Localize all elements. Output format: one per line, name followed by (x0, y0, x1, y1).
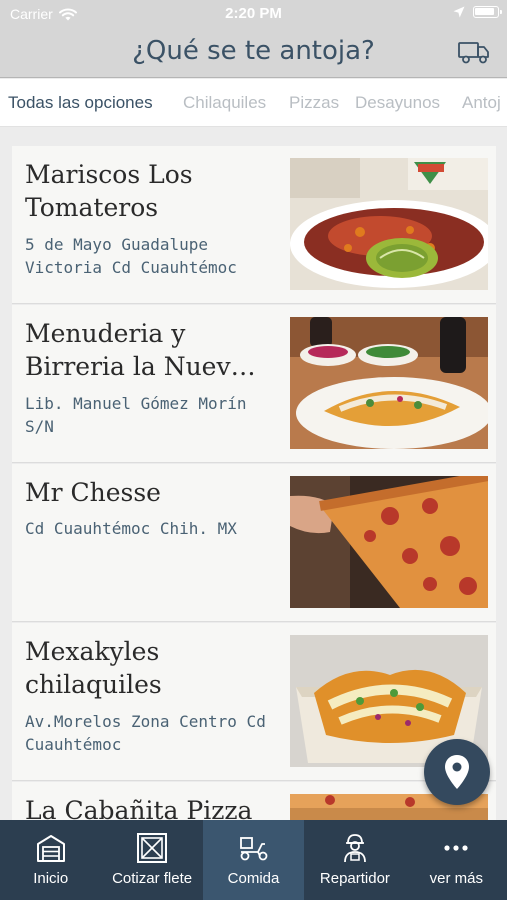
more-dots-icon (444, 845, 468, 851)
tab-label: ver más (429, 870, 483, 887)
page-title: ¿Qué se te antoja? (132, 36, 375, 66)
status-time: 2:20 PM (225, 5, 282, 22)
category-tab-chilaquiles[interactable]: Chilaquiles (183, 93, 266, 113)
category-tab-pizzas[interactable]: Pizzas (289, 93, 339, 113)
crate-icon (137, 833, 168, 863)
tab-comida[interactable]: Comida (202, 820, 305, 900)
restaurant-card[interactable]: Mr Chesse Cd Cuauhtémoc Chih. MX (12, 464, 496, 622)
restaurant-name: Mexakyles chilaquiles (25, 637, 162, 699)
restaurant-card[interactable]: Mariscos Los Tomateros 5 de Mayo Guadalu… (12, 146, 496, 304)
tab-cotizar-flete[interactable]: Cotizar flete (101, 820, 202, 900)
bottom-tab-bar: Inicio Cotizar flete Comida Repartidor v… (0, 820, 507, 900)
status-right-group (453, 6, 502, 18)
courier-icon (344, 834, 366, 863)
restaurant-name: Menuderia y Birreria la Nuev… (25, 319, 256, 381)
map-pin-icon (445, 755, 469, 789)
delivery-scooter-icon (239, 837, 267, 861)
restaurant-address: Cd Cuauhtémoc Chih. MX (25, 519, 237, 538)
category-tab-todas[interactable]: Todas las opciones (8, 93, 153, 113)
restaurant-address: Av.Morelos Zona Centro Cd Cuauhtémoc (25, 712, 266, 754)
location-arrow-icon (453, 6, 465, 18)
category-tab-antojitos[interactable]: Antoj (462, 93, 501, 113)
map-location-button[interactable] (424, 739, 490, 805)
restaurant-name: Mr Chesse (25, 478, 161, 507)
category-tab-desayunos[interactable]: Desayunos (355, 93, 440, 113)
category-tabs: Todas las opciones Chilaquiles Pizzas De… (0, 79, 507, 127)
truck-icon[interactable] (457, 38, 491, 66)
warehouse-icon (36, 835, 65, 862)
tab-repartidor[interactable]: Repartidor (304, 820, 405, 900)
tab-label: Inicio (33, 870, 69, 887)
tab-label: Repartidor (319, 870, 390, 887)
restaurant-address: 5 de Mayo Guadalupe Victoria Cd Cuauhtém… (25, 235, 237, 277)
restaurant-card[interactable]: Mexakyles chilaquiles Av.Morelos Zona Ce… (12, 623, 496, 781)
restaurant-address: Lib. Manuel Gómez Morín S/N (25, 394, 247, 436)
tab-label: Cotizar flete (112, 870, 193, 887)
battery-icon (473, 6, 502, 18)
header: ¿Qué se te antoja? (0, 28, 507, 78)
restaurant-card[interactable]: Menuderia y Birreria la Nuev… Lib. Manue… (12, 305, 496, 463)
restaurant-name: Mariscos Los Tomateros (25, 160, 193, 222)
seafood-tostada-photo (290, 158, 488, 290)
birria-taco-photo (290, 317, 488, 449)
tab-label: Comida (227, 870, 280, 887)
tab-ver-mas[interactable]: ver más (406, 820, 507, 900)
pizza-slice-photo (290, 476, 488, 608)
tab-inicio[interactable]: Inicio (0, 820, 101, 900)
status-bar: Carrier 2:20 PM (0, 0, 507, 28)
